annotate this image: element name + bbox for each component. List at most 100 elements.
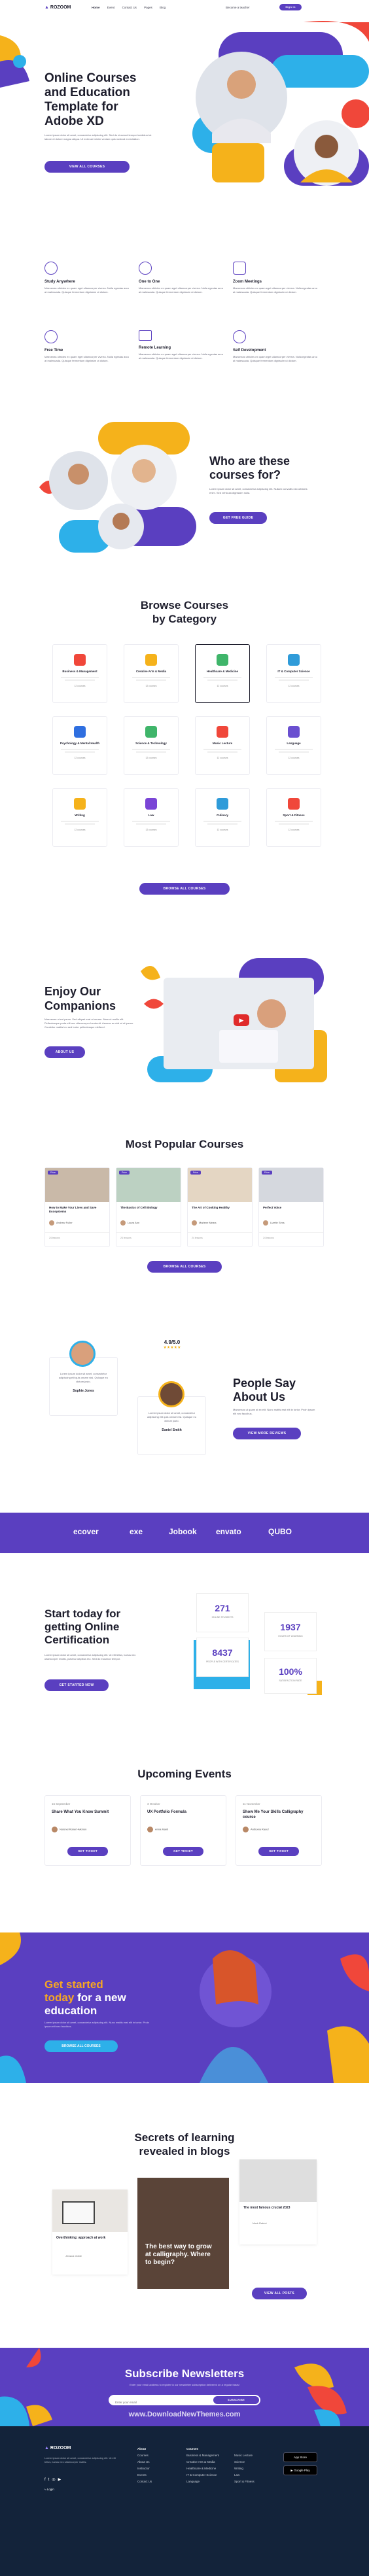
footer-link[interactable]: Instructor (137, 2465, 152, 2472)
newsletter-form: SUBSCRIBE (109, 2395, 260, 2408)
category-card[interactable]: Language 12 courses (266, 716, 321, 775)
category-card[interactable]: Science & Technology 12 courses (124, 716, 179, 775)
cert-title: Start today for getting Online Certificati… (44, 1607, 121, 1646)
browse-all-courses-button[interactable]: BROWSE ALL COURSES (139, 883, 230, 895)
nav-pages[interactable]: Pages (144, 6, 152, 9)
category-card[interactable]: Culinary 12 courses (195, 788, 250, 847)
logo[interactable]: ▲ ROZOOM (44, 5, 71, 10)
stat-card: 271 ONLINE STUDENTS (196, 1593, 249, 1632)
avatar (147, 1827, 153, 1832)
google-play-badge[interactable]: ▶ Google Play (283, 2465, 317, 2475)
category-name: Law (148, 814, 154, 817)
course-card[interactable]: Price The Art of Cooking Healthy Marlene M… (187, 1167, 253, 1247)
footer-link[interactable]: Business & Management (186, 2452, 219, 2459)
footer-link[interactable]: Writing (234, 2465, 255, 2472)
login-link[interactable]: ⤷ Login (44, 2488, 54, 2491)
get-ticket-button[interactable]: GET TICKET (67, 1847, 108, 1856)
footer-link[interactable]: Sport & Fitness (234, 2479, 255, 2485)
category-card[interactable]: IT & Computer Science 12 courses (266, 644, 321, 703)
get-started-banner: Get started today for a new education Lo… (0, 1932, 369, 2083)
event-date: 11 November (243, 1802, 260, 1806)
course-author: Lizette Sims (259, 1218, 323, 1228)
person-icon (44, 262, 58, 275)
hero-image-collage (192, 21, 369, 186)
category-card[interactable]: Healthcare & Medicine 12 courses (195, 644, 250, 703)
blog-feature-card[interactable]: The best way to grow at calligraphy. Whe… (137, 2178, 229, 2289)
footer-link[interactable]: Events (137, 2472, 152, 2479)
subscribe-button[interactable]: SUBSCRIBE (213, 2396, 259, 2404)
author-name: Laura Ann (128, 1221, 140, 1225)
sign-in-button[interactable]: Sign in (279, 4, 302, 10)
become-teacher-link[interactable]: Become a teacher (226, 6, 250, 9)
footer-link[interactable]: Language (186, 2479, 219, 2485)
blog-feature-overlay: The best way to grow at calligraphy. Whe… (145, 2243, 212, 2266)
category-desc-line (61, 821, 99, 822)
watermark: www.DownloadNewThemes.com (128, 2411, 241, 2418)
category-card[interactable]: Music Lecture 12 courses (195, 716, 250, 775)
feature-title: Remote Learning (139, 346, 171, 350)
avatar (49, 1220, 54, 1226)
avatar (263, 1220, 268, 1226)
blog-card[interactable]: Overthinking: approach at work Jessica G… (52, 2190, 128, 2275)
category-card[interactable]: Business & Management 12 courses (52, 644, 107, 703)
logo-text: ROZOOM (50, 5, 71, 10)
course-card[interactable]: Price How to Make Your Lives and Save Eco… (44, 1167, 110, 1247)
footer-link[interactable]: Creative Arts & Media (186, 2459, 219, 2465)
get-ticket-button[interactable]: GET TICKET (258, 1847, 299, 1856)
browse-courses-banner-button[interactable]: BROWSE ALL COURSES (44, 2040, 118, 2052)
about-us-button[interactable]: ABOUT US (44, 1046, 85, 1058)
email-input[interactable] (109, 2397, 200, 2408)
category-card[interactable]: Sport & Fitness 12 courses (266, 788, 321, 847)
youtube-icon[interactable]: ▶ (58, 2478, 64, 2482)
event-title: Show Me Your Skills Calligraphy course (243, 1810, 304, 1819)
category-desc-line (132, 821, 170, 822)
category-desc-line (132, 749, 170, 750)
browse-all-courses-button-2[interactable]: BROWSE ALL COURSES (147, 1261, 222, 1273)
category-card[interactable]: Writing 12 courses (52, 788, 107, 847)
nav-home[interactable]: Home (92, 6, 100, 9)
testimonial-name: Daniel Smith (162, 1428, 182, 1432)
stat-label: PEOPLE WITH CERTIFICATES (206, 1660, 239, 1663)
footer-link[interactable]: Law (234, 2472, 255, 2479)
hero-title: Online Courses and Education Template for A… (44, 71, 137, 128)
get-free-guide-button[interactable]: GET FREE GUIDE (209, 512, 267, 524)
category-card[interactable]: Law 12 courses (124, 788, 179, 847)
course-card[interactable]: Price The Basics of Cell Biology Laura Ann… (116, 1167, 181, 1247)
event-title: UX Portfolio Formula (147, 1810, 186, 1814)
play-button[interactable]: ▶ (234, 1014, 249, 1026)
category-card[interactable]: Creative Arts & Media 12 courses (124, 644, 179, 703)
footer-link[interactable]: IT & Computer Science (186, 2472, 219, 2479)
footer-logo[interactable]: ▲ ROZOOM (44, 2446, 71, 2450)
course-card[interactable]: Price Perfect Voice Lizette Sims 24 lessons (258, 1167, 324, 1247)
category-icon (74, 654, 86, 666)
nav-contact[interactable]: Contact Us (122, 6, 137, 9)
course-image: Price (188, 1168, 252, 1202)
footer-link[interactable]: Courses (137, 2452, 152, 2459)
footer-link[interactable]: Science (234, 2459, 255, 2465)
blog-card[interactable]: The most famous crucial 2023 Mark Rabiot (239, 2159, 317, 2244)
category-icon (145, 654, 157, 666)
footer-link[interactable]: About Us (137, 2459, 152, 2465)
blog-post-title: The most famous crucial 2023 (243, 2206, 290, 2210)
nav-event[interactable]: Event (107, 6, 115, 9)
course-image: Price (116, 1168, 181, 1202)
footer-link[interactable]: Contact Us (137, 2479, 152, 2485)
testimonials-section: Lorem ipsum dolor sit amet, consectetur … (0, 1321, 369, 1491)
footer-link[interactable]: Healthcare & Medicine (186, 2465, 219, 2472)
get-ticket-button[interactable]: GET TICKET (163, 1847, 203, 1856)
instagram-icon[interactable]: ◎ (52, 2478, 58, 2482)
footer-link[interactable]: Music Lecture (234, 2452, 255, 2459)
view-more-reviews-button[interactable]: VIEW MORE REVIEWS (233, 1428, 301, 1439)
rating-value: 4.9/5.0 (164, 1339, 181, 1345)
category-desc-line (275, 821, 313, 822)
category-card[interactable]: Psychology & Mental Health 12 courses (52, 716, 107, 775)
view-all-courses-button[interactable]: VIEW ALL COURSES (44, 161, 130, 173)
nav-blog[interactable]: Blog (160, 6, 166, 9)
app-store-badge[interactable]: App Store (283, 2452, 317, 2462)
category-name: Business & Management (62, 670, 97, 673)
category-desc-line (207, 823, 237, 825)
browse-title: Browse Courses by Category (140, 599, 229, 625)
get-started-now-button[interactable]: GET STARTED NOW (44, 1679, 109, 1691)
banner-highlight-2: today (44, 1991, 75, 2004)
view-all-posts-button[interactable]: VIEW ALL POSTS (252, 2288, 307, 2299)
